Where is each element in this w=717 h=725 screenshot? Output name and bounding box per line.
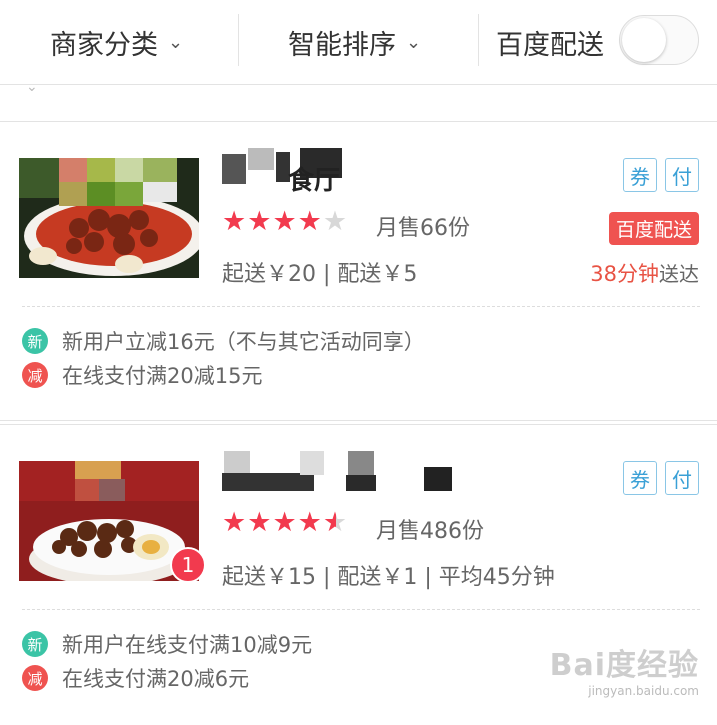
badge-group: 券 付 <box>623 158 699 192</box>
star-icon: ★ <box>247 206 272 237</box>
restaurant-name-visible: 食厅 <box>288 166 341 196</box>
eta-minutes: 38分钟 <box>590 262 659 286</box>
star-icon: ★ <box>297 206 322 237</box>
promo-text: 在线支付满20减6元 <box>62 667 250 691</box>
divider <box>22 609 700 610</box>
watermark-logo: Bai度经验 <box>549 648 699 683</box>
list-top-strip: ⌄ <box>0 79 717 122</box>
star-icon: ★ <box>297 507 322 538</box>
sort-filter-label: 智能排序 <box>288 29 396 61</box>
baidu-delivery-toggle[interactable] <box>619 15 699 65</box>
rating-stars: ★ ★ ★ ★ ★ <box>222 208 347 235</box>
restaurant-card[interactable]: 食厅 ★ ★ ★ ★ ★ 月售66份 起送￥20 | 配送￥5 券 付 百度配送… <box>0 122 717 421</box>
cart-count-badge: 1 <box>170 547 206 583</box>
star-half-icon: ★ <box>322 507 348 538</box>
promo-text: 新用户在线支付满10减9元 <box>62 633 313 657</box>
baidu-delivery-label: 百度配送 <box>496 29 604 61</box>
chevron-down-icon: ⌄ <box>168 31 184 53</box>
delivery-eta: 38分钟送达 <box>590 258 699 288</box>
promo-text: 在线支付满20减15元 <box>62 364 263 388</box>
pay-badge: 付 <box>665 461 699 495</box>
watermark: Bai度经验 jingyan.baidu.com <box>549 640 699 706</box>
star-icon: ★ <box>222 206 247 237</box>
rating-stars: ★ ★ ★ ★ ★ <box>222 509 347 536</box>
baidu-delivery-filter: 百度配送 <box>496 0 604 84</box>
watermark-url: jingyan.baidu.com <box>588 684 699 698</box>
promo-row: 新 新用户立减16元（不与其它活动同享） <box>22 326 425 356</box>
delivery-meta: 起送￥15 | 配送￥1 | 平均45分钟 <box>222 565 555 590</box>
promo-row: 新 新用户在线支付满10减9元 <box>22 629 312 659</box>
star-icon: ★ <box>272 507 297 538</box>
promo-row: 减 在线支付满20减15元 <box>22 360 262 390</box>
pay-badge: 付 <box>665 158 699 192</box>
sort-filter[interactable]: 智能排序 ⌄ <box>288 0 421 84</box>
new-user-icon: 新 <box>22 631 48 657</box>
star-icon: ★ <box>247 507 272 538</box>
monthly-sales: 月售66份 <box>376 216 470 241</box>
coupon-badge: 券 <box>623 461 657 495</box>
discount-icon: 减 <box>22 665 48 691</box>
promo-text: 新用户立减16元（不与其它活动同享） <box>62 330 425 354</box>
divider <box>238 14 239 66</box>
monthly-sales: 月售486份 <box>376 519 484 544</box>
badge-group: 券 付 <box>623 461 699 495</box>
baidu-delivery-tag: 百度配送 <box>608 212 699 245</box>
category-filter[interactable]: 商家分类 ⌄ <box>50 0 183 84</box>
star-icon: ★ <box>272 206 297 237</box>
toggle-knob <box>622 18 666 62</box>
restaurant-thumbnail <box>19 158 199 278</box>
eta-suffix: 送达 <box>659 262 699 286</box>
category-filter-label: 商家分类 <box>50 29 158 61</box>
new-user-icon: 新 <box>22 328 48 354</box>
scroll-fragment-icon: ⌄ <box>26 79 38 95</box>
coupon-badge: 券 <box>623 158 657 192</box>
chevron-down-icon: ⌄ <box>406 31 422 53</box>
delivery-meta: 起送￥20 | 配送￥5 <box>222 262 418 287</box>
divider <box>478 14 479 66</box>
discount-icon: 减 <box>22 362 48 388</box>
star-icon: ★ <box>222 507 247 538</box>
filter-bar: 商家分类 ⌄ 智能排序 ⌄ 百度配送 <box>0 0 717 85</box>
star-empty-icon: ★ <box>322 206 348 237</box>
promo-row: 减 在线支付满20减6元 <box>22 663 249 693</box>
divider <box>22 306 700 307</box>
